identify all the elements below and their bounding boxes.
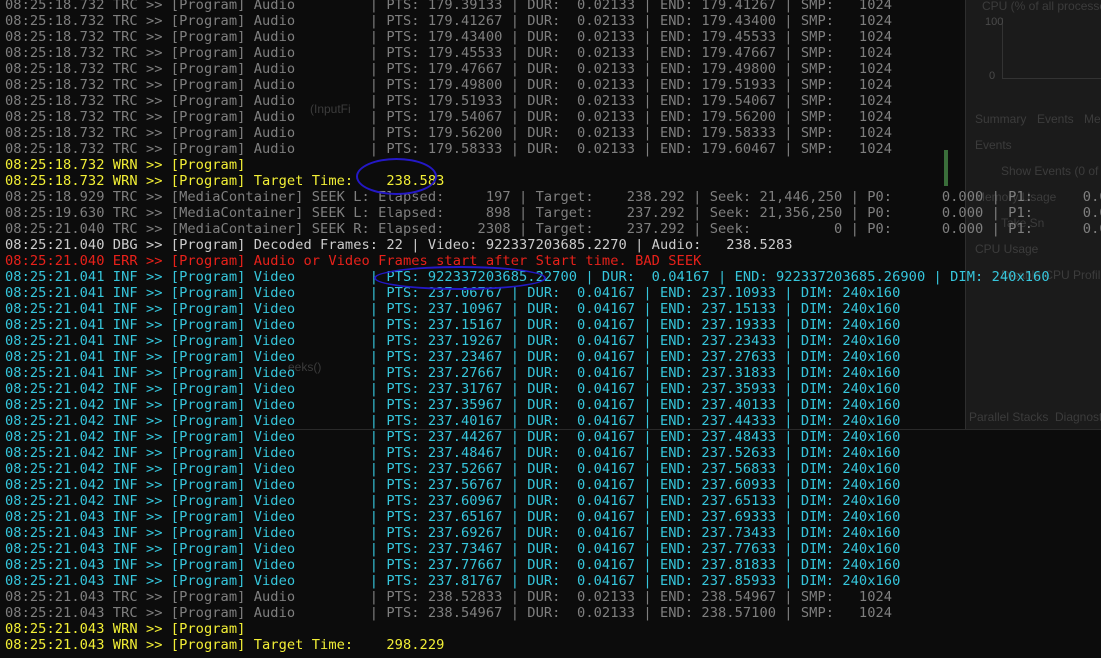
log-line: 08:25:21.041 INF >> [Program] Video | PT… (5, 269, 1050, 285)
log-line: 08:25:21.043 INF >> [Program] Video | PT… (5, 525, 901, 541)
log-line: 08:25:18.732 TRC >> [Program] Audio | PT… (5, 0, 893, 13)
log-line: 08:25:19.630 TRC >> [MediaContainer] SEE… (5, 205, 1101, 221)
log-line: 08:25:21.040 ERR >> [Program] Audio or V… (5, 253, 702, 269)
log-line: 08:25:21.041 INF >> [Program] Video | PT… (5, 349, 901, 365)
log-line: 08:25:21.043 INF >> [Program] Video | PT… (5, 541, 901, 557)
log-line: 08:25:21.043 WRN >> [Program] Target Tim… (5, 637, 445, 653)
log-line: 08:25:21.042 INF >> [Program] Video | PT… (5, 397, 901, 413)
log-line: 08:25:21.042 INF >> [Program] Video | PT… (5, 477, 901, 493)
log-line: 08:25:21.043 INF >> [Program] Video | PT… (5, 557, 901, 573)
log-line: 08:25:21.043 TRC >> [Program] Audio | PT… (5, 605, 893, 621)
log-line: 08:25:21.042 INF >> [Program] Video | PT… (5, 381, 901, 397)
log-line: 08:25:21.040 TRC >> [MediaContainer] SEE… (5, 221, 1101, 237)
log-line: 08:25:21.042 INF >> [Program] Video | PT… (5, 461, 901, 477)
log-line: 08:25:21.042 INF >> [Program] Video | PT… (5, 429, 901, 445)
log-line: 08:25:21.041 INF >> [Program] Video | PT… (5, 285, 901, 301)
log-line: 08:25:21.043 INF >> [Program] Video | PT… (5, 509, 901, 525)
log-line: 08:25:21.042 INF >> [Program] Video | PT… (5, 413, 901, 429)
log-line: 08:25:18.732 WRN >> [Program] (5, 157, 246, 173)
log-line: 08:25:18.732 TRC >> [Program] Audio | PT… (5, 45, 893, 61)
log-line: 08:25:18.732 TRC >> [Program] Audio | PT… (5, 125, 893, 141)
log-line: 08:25:21.041 INF >> [Program] Video | PT… (5, 317, 901, 333)
log-line: 08:25:21.041 INF >> [Program] Video | PT… (5, 301, 901, 317)
log-line: 08:25:21.043 WRN >> [Program] (5, 621, 246, 637)
log-line: 08:25:18.732 TRC >> [Program] Audio | PT… (5, 29, 893, 45)
console-output: 08:25:18.732 TRC >> [Program] Audio | PT… (5, 0, 1101, 653)
log-line: 08:25:21.042 INF >> [Program] Video | PT… (5, 493, 901, 509)
log-line: 08:25:21.043 INF >> [Program] Video | PT… (5, 573, 901, 589)
log-line: 08:25:18.732 TRC >> [Program] Audio | PT… (5, 141, 893, 157)
log-line: 08:25:21.043 TRC >> [Program] Audio | PT… (5, 589, 893, 605)
log-line: 08:25:21.040 DBG >> [Program] Decoded Fr… (5, 237, 793, 253)
log-line: 08:25:18.732 TRC >> [Program] Audio | PT… (5, 13, 893, 29)
log-line: 08:25:21.042 INF >> [Program] Video | PT… (5, 445, 901, 461)
log-line: 08:25:18.732 TRC >> [Program] Audio | PT… (5, 109, 893, 125)
log-line: 08:25:18.732 TRC >> [Program] Audio | PT… (5, 93, 893, 109)
log-line: 08:25:18.929 TRC >> [MediaContainer] SEE… (5, 189, 1101, 205)
log-line: 08:25:18.732 WRN >> [Program] Target Tim… (5, 173, 445, 189)
log-line: 08:25:21.041 INF >> [Program] Video | PT… (5, 333, 901, 349)
log-line: 08:25:21.041 INF >> [Program] Video | PT… (5, 365, 901, 381)
log-line: 08:25:18.732 TRC >> [Program] Audio | PT… (5, 77, 893, 93)
log-line: 08:25:18.732 TRC >> [Program] Audio | PT… (5, 61, 893, 77)
